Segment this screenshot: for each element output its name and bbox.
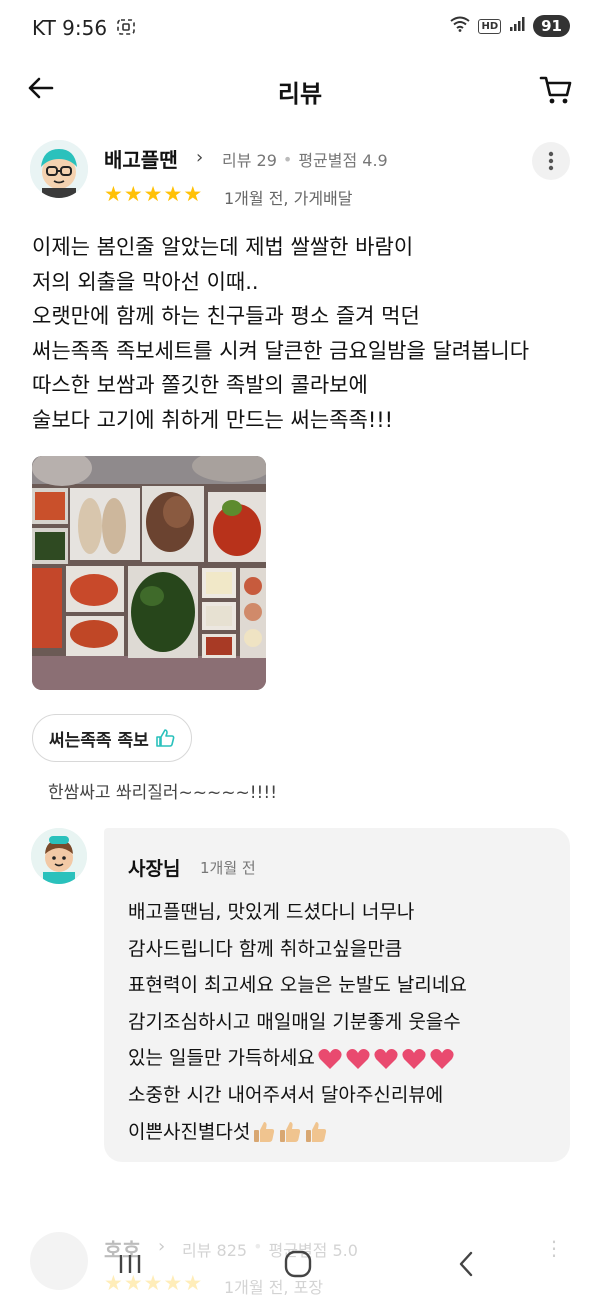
carrier-time: KT 9:56 [32, 16, 108, 40]
review-text: 이제는 봄인줄 알았는데 제법 쌀쌀한 바람이 저의 외출을 막아선 이때.. … [32, 230, 572, 437]
thumbs-up-emoji-icon [254, 1122, 275, 1143]
review-date: 1개월 전, 가게배달 [224, 189, 353, 208]
wifi-icon [450, 16, 471, 36]
vertical-dots-icon [548, 151, 554, 171]
owner-avatar [31, 828, 87, 884]
thumbs-up-icon [155, 729, 175, 747]
reply-line-with-thumbs: 이쁜사진별다섯 [128, 1114, 467, 1151]
heart-icon [430, 1048, 454, 1069]
cart-button[interactable] [536, 70, 576, 110]
back-chevron-icon [459, 1251, 473, 1277]
review-line: 써는족족 족보세트를 시켜 달큰한 금요일밤을 달려봅니다 [32, 338, 530, 363]
review-line: 따스한 보쌈과 쫄깃한 족발의 콜라보에 [32, 373, 368, 397]
star-icon: ★ [104, 182, 123, 206]
system-nav-bar [0, 1230, 600, 1300]
review-count: 리뷰 29 [222, 151, 277, 170]
reviewer-meta: 리뷰 29 • 평균별점 4.9 [222, 147, 388, 171]
cart-icon [539, 76, 572, 104]
heart-icon [318, 1048, 342, 1069]
heart-icon [346, 1048, 370, 1069]
chevron-right-icon[interactable]: › [196, 147, 203, 168]
reply-line-with-hearts: 있는 일들만 가득하세요 [128, 1040, 467, 1077]
review-line: 술보다 고기에 취하게 만드는 써는족족!!! [32, 407, 394, 432]
hearts-emoji [317, 1047, 455, 1071]
review-photo[interactable] [32, 456, 266, 690]
thumbs-up-emoji-icon [306, 1122, 327, 1143]
review-line: 이제는 봄인줄 알았는데 제법 쌀쌀한 바람이 [32, 235, 414, 259]
app-header: 리뷰 [0, 56, 600, 122]
thumbs-up-emoji-icon [280, 1122, 301, 1143]
menu-comment: 한쌈싸고 쏴리질러~~~~~!!!! [48, 783, 278, 803]
reply-line: 이쁜사진별다섯 [128, 1120, 251, 1143]
star-icon: ★ [123, 182, 143, 206]
star-icon: ★ [163, 182, 183, 206]
home-button[interactable] [276, 1246, 320, 1282]
recent-apps-button[interactable] [108, 1246, 152, 1282]
menu-tag[interactable]: 써는족족 족보 [32, 714, 192, 762]
system-back-button[interactable] [444, 1246, 488, 1282]
star-icon: ★ [143, 182, 163, 206]
reply-line: 감사드립니다 함께 취하고싶을만큼 [128, 937, 403, 960]
page-title: 리뷰 [277, 80, 323, 108]
battery-level: 91 [533, 15, 570, 37]
reply-line: 소중한 시간 내어주셔서 달아주신리뷰에 [128, 1083, 444, 1106]
menu-tag-label: 써는족족 족보 [49, 730, 149, 751]
reply-line: 배고플땐님, 맛있게 드셨다니 너무나 [128, 901, 415, 923]
status-bar: KT 9:56 HD 91 [0, 0, 600, 56]
owner-name: 사장님 [128, 858, 181, 880]
star-icon: ★ [183, 182, 203, 206]
thumbs-up-emoji [252, 1120, 328, 1144]
review-line: 저의 외출을 막아선 이때.. [32, 269, 259, 294]
review-line: 오랫만에 함께 하는 친구들과 평소 즐겨 먹던 [32, 304, 420, 328]
separator-dot: • [282, 149, 293, 169]
average-rating: 평균별점 4.9 [298, 151, 388, 170]
home-icon [284, 1250, 312, 1278]
star-rating: ★ ★ ★ ★ ★ [104, 183, 202, 205]
reviewer-name[interactable]: 배고플땐 [104, 144, 178, 173]
hd-badge: HD [478, 18, 502, 34]
reviewer-avatar[interactable] [30, 140, 88, 198]
reply-line: 감기조심하시고 매일매일 기분좋게 웃을수 [128, 1010, 461, 1033]
more-options-button[interactable] [532, 142, 570, 180]
owner-reply-date: 1개월 전 [200, 859, 256, 877]
heart-icon [402, 1048, 426, 1069]
recent-apps-icon [119, 1255, 141, 1273]
reply-line: 표현력이 최고세요 오늘은 눈발도 날리네요 [128, 974, 467, 997]
screenshot-icon [117, 16, 135, 40]
signal-icon [509, 17, 525, 35]
heart-icon [374, 1048, 398, 1069]
reply-line: 있는 일들만 가득하세요 [128, 1047, 315, 1070]
owner-reply: 사장님 1개월 전 배고플땐님, 맛있게 드셨다니 너무나 감사드립니다 함께 … [104, 828, 570, 1162]
owner-reply-text: 배고플땐님, 맛있게 드셨다니 너무나 감사드립니다 함께 취하고싶을만큼 표현… [128, 894, 467, 1150]
